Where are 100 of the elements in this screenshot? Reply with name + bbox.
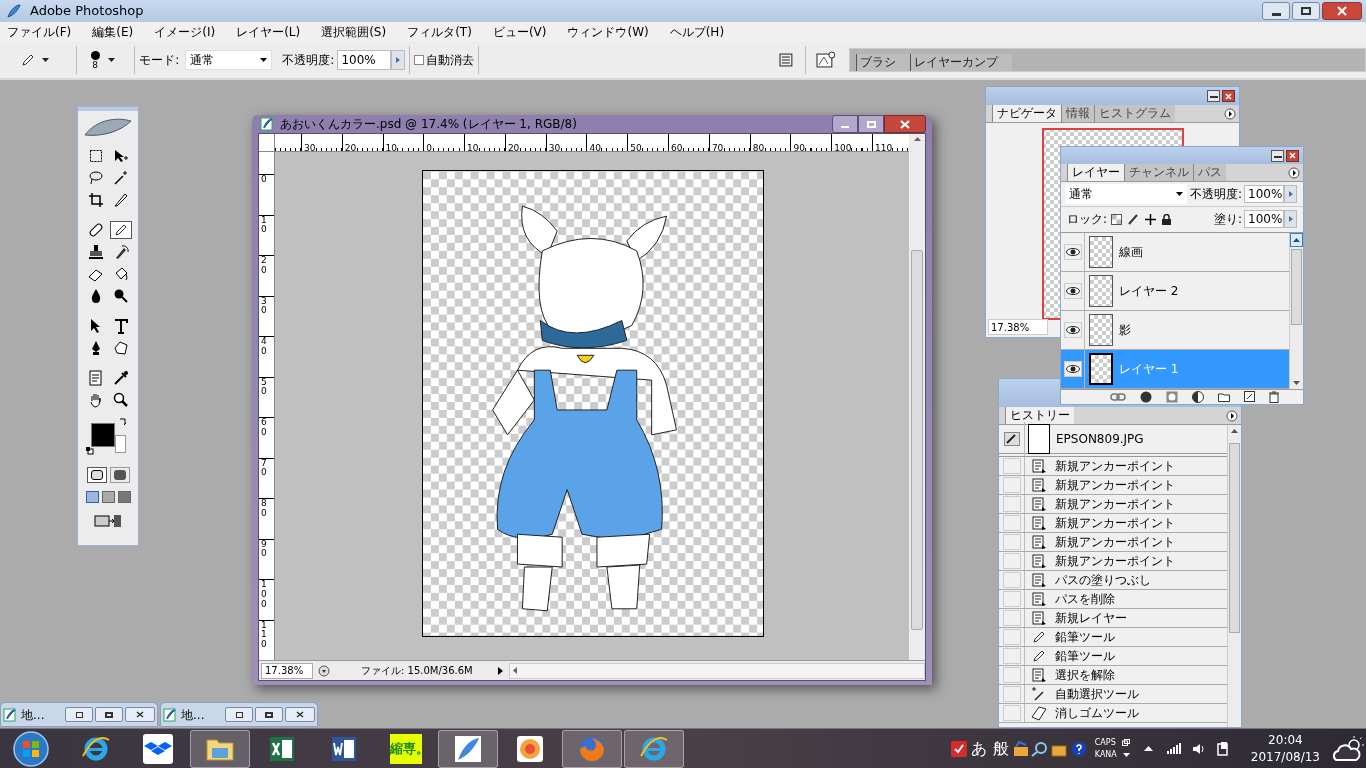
- trash-icon[interactable]: [1269, 390, 1279, 403]
- new-layer-icon[interactable]: [1244, 391, 1255, 403]
- history-step[interactable]: パスの塗りつぶし: [999, 571, 1227, 590]
- taskbar-app-button[interactable]: [438, 729, 498, 768]
- minimize-button[interactable]: [1271, 149, 1284, 162]
- screen-mode-button[interactable]: [85, 491, 99, 503]
- restore-button[interactable]: [225, 707, 253, 722]
- layer-row[interactable]: レイヤー 2: [1061, 271, 1289, 311]
- history-step[interactable]: 新規アンカーポイント: [999, 495, 1227, 514]
- layer-style-icon[interactable]: [1140, 390, 1152, 403]
- help-icon[interactable]: [1070, 740, 1087, 757]
- check-app-icon[interactable]: [950, 740, 967, 757]
- panel-tab[interactable]: チャンネル: [1124, 164, 1193, 182]
- close-button[interactable]: [1222, 90, 1235, 102]
- background-color-swatch[interactable]: [115, 435, 126, 453]
- menu-item[interactable]: イメージ(I): [151, 23, 219, 41]
- jump-to-imageready-icon[interactable]: [94, 513, 122, 529]
- close-button[interactable]: [285, 707, 315, 722]
- close-button[interactable]: [1286, 149, 1299, 162]
- history-step[interactable]: 新規アンカーポイント: [999, 457, 1227, 476]
- panel-tab[interactable]: 情報: [1061, 105, 1094, 122]
- move-arrows-icon[interactable]: [1145, 214, 1157, 225]
- taskbar-app-button[interactable]: [624, 729, 684, 768]
- menu-item[interactable]: ビュー(V): [489, 23, 550, 41]
- vertical-scrollbar[interactable]: [1289, 232, 1303, 389]
- link-icon[interactable]: [1110, 392, 1126, 401]
- layer-mask-icon[interactable]: [1166, 390, 1178, 403]
- panel-menu-icon[interactable]: [1224, 108, 1236, 120]
- vertical-scrollbar[interactable]: [909, 152, 925, 660]
- ime-dictionary[interactable]: 般: [992, 736, 1009, 761]
- signal-bars-icon[interactable]: [1166, 743, 1181, 754]
- history-step[interactable]: 新規アンカーポイント: [999, 514, 1227, 533]
- ime-mode[interactable]: あ: [970, 736, 987, 761]
- history-step[interactable]: 新規アンカーポイント: [999, 476, 1227, 495]
- menu-item[interactable]: フィルタ(T): [404, 23, 475, 41]
- palette-well-tab[interactable]: レイヤーカンプ: [910, 54, 1013, 71]
- maximize-button[interactable]: [858, 115, 884, 133]
- scrollbar-thumb[interactable]: [1229, 443, 1240, 633]
- panel-tab[interactable]: ヒストグラム: [1094, 105, 1175, 122]
- layer-row[interactable]: 影: [1061, 310, 1289, 350]
- search-icon[interactable]: [1030, 740, 1049, 757]
- history-step[interactable]: 鉛筆ツール: [999, 628, 1227, 647]
- restore-button[interactable]: [1292, 2, 1320, 20]
- visibility-toggle[interactable]: [1063, 243, 1082, 260]
- history-step[interactable]: 新規レイヤー: [999, 609, 1227, 628]
- mode-dropdown[interactable]: 通常: [185, 50, 273, 70]
- scrollbar-thumb[interactable]: [1291, 248, 1302, 325]
- fill-field[interactable]: 100%: [1244, 210, 1284, 229]
- lock-transparency-icon[interactable]: [1111, 214, 1123, 225]
- window-icon[interactable]: [1121, 739, 1130, 746]
- minimized-window[interactable]: 地...: [160, 702, 318, 727]
- horizontal-scrollbar[interactable]: [509, 662, 925, 679]
- adjustment-layer-icon[interactable]: [1192, 390, 1204, 403]
- speaker-icon[interactable]: [1192, 742, 1205, 755]
- opacity-slider-button[interactable]: [1284, 185, 1298, 204]
- menu-item[interactable]: ファイル(F): [4, 23, 75, 41]
- minimize-button[interactable]: [1262, 2, 1290, 20]
- menu-item[interactable]: レイヤー(L): [233, 23, 304, 41]
- panel-menu-icon[interactable]: [1288, 167, 1300, 180]
- opacity-field[interactable]: 100%: [337, 50, 391, 70]
- minimize-button[interactable]: [1207, 90, 1220, 102]
- palette-menu-icon[interactable]: [778, 53, 793, 67]
- close-button[interactable]: [1322, 2, 1362, 20]
- layer-row[interactable]: 線画: [1061, 232, 1289, 272]
- swap-arrows-icon[interactable]: [118, 417, 128, 427]
- visibility-toggle[interactable]: [1063, 360, 1082, 377]
- brush-icon[interactable]: [1128, 214, 1140, 225]
- lock-icon[interactable]: [1162, 214, 1172, 225]
- caret-icon[interactable]: [1122, 752, 1130, 757]
- visibility-toggle[interactable]: [1063, 321, 1082, 338]
- image-settings-icon[interactable]: [815, 51, 836, 69]
- menu-item[interactable]: ウィンドウ(W): [564, 23, 652, 41]
- menu-item[interactable]: ヘルプ(H): [666, 23, 728, 41]
- history-step[interactable]: 新規アンカーポイント: [999, 533, 1227, 552]
- panel-tab[interactable]: パス: [1193, 164, 1226, 182]
- history-step[interactable]: パスを削除: [999, 590, 1227, 609]
- folder-icon[interactable]: [1218, 391, 1230, 402]
- foreground-color-swatch[interactable]: [91, 423, 115, 447]
- history-step[interactable]: 鉛筆ツール: [999, 647, 1227, 666]
- start-button[interactable]: [10, 729, 52, 768]
- status-menu-icon[interactable]: [317, 663, 331, 678]
- taskbar-app-button[interactable]: 縮専。: [376, 729, 436, 768]
- quick-mask-button[interactable]: [109, 467, 130, 483]
- minimize-button[interactable]: [832, 115, 858, 133]
- close-button[interactable]: [884, 115, 926, 133]
- history-step[interactable]: 自動選択ツール: [999, 685, 1227, 704]
- blend-mode-dropdown[interactable]: 通常: [1065, 184, 1187, 205]
- minimized-window[interactable]: 地...: [0, 702, 158, 727]
- fill-slider-button[interactable]: [1284, 210, 1297, 229]
- history-step[interactable]: 消しゴムツール: [999, 704, 1227, 723]
- visibility-toggle[interactable]: [1063, 282, 1082, 299]
- taskbar-app-button[interactable]: [190, 729, 250, 768]
- brush-picker[interactable]: 8: [90, 45, 131, 75]
- tool-button[interactable]: [109, 221, 132, 239]
- maximize-button[interactable]: [255, 707, 283, 722]
- opacity-field[interactable]: 100%: [1244, 185, 1285, 204]
- toolbox-icon[interactable]: [1012, 740, 1029, 757]
- zoom-field[interactable]: 17.38%: [988, 319, 1048, 335]
- vertical-scrollbar[interactable]: [1227, 425, 1241, 727]
- history-step[interactable]: 新規アンカーポイント: [999, 552, 1227, 571]
